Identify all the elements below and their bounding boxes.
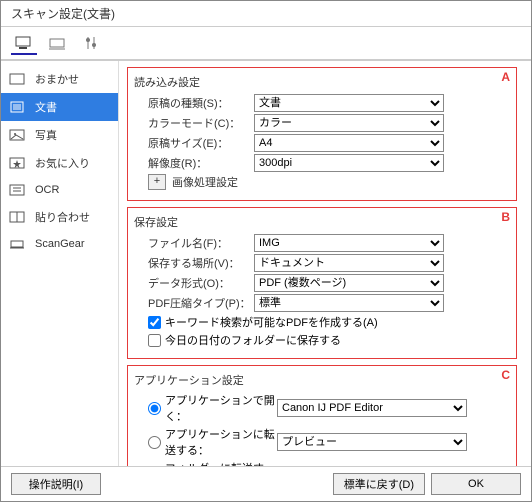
radio-send-to-app[interactable] bbox=[148, 436, 161, 449]
sidebar-item-label: お気に入り bbox=[35, 155, 90, 171]
select-resolution[interactable]: 300dpi bbox=[254, 154, 444, 172]
ocr-icon bbox=[9, 183, 27, 197]
group-letter-c: C bbox=[501, 368, 510, 382]
label-save-in: 保存する場所(V)： bbox=[134, 255, 254, 271]
sidebar-item-label: 貼り合わせ bbox=[35, 209, 90, 225]
label-resolution: 解像度(R)： bbox=[134, 155, 254, 171]
auto-icon bbox=[9, 72, 27, 86]
sidebar-item-label: ScanGear bbox=[35, 238, 85, 250]
label-file-name: ファイル名(F)： bbox=[134, 235, 254, 251]
toolbar-tab-device[interactable] bbox=[45, 33, 71, 55]
sidebar-item-label: OCR bbox=[35, 184, 59, 196]
sidebar-item-scangear[interactable]: ScanGear bbox=[1, 231, 118, 257]
label-date-folder: 今日の日付のフォルダーに保存する bbox=[165, 332, 341, 348]
sidebar-item-document[interactable]: 文書 bbox=[1, 93, 118, 121]
select-data-format[interactable]: PDF (複数ページ) bbox=[254, 274, 444, 292]
select-save-in[interactable]: ドキュメント bbox=[254, 254, 444, 272]
sidebar-item-label: おまかせ bbox=[35, 71, 79, 87]
button-defaults[interactable]: 標準に戻す(D) bbox=[333, 473, 425, 495]
label-paper-size: 原稿サイズ(E)： bbox=[134, 135, 254, 151]
button-instructions[interactable]: 操作説明(I) bbox=[11, 473, 101, 495]
group-scan-options: A 読み込み設定 原稿の種類(S)： 文書 カラーモード(C)： カラー 原稿サ… bbox=[127, 67, 517, 201]
select-pdf-compression[interactable]: 標準 bbox=[254, 294, 444, 312]
select-send-to-app[interactable]: プレビュー bbox=[277, 433, 467, 451]
label-pdf-compression: PDF圧縮タイプ(P)： bbox=[134, 295, 254, 311]
select-open-with-app[interactable]: Canon IJ PDF Editor bbox=[277, 399, 467, 417]
computer-icon bbox=[14, 35, 34, 51]
tools-icon bbox=[83, 35, 101, 51]
label-send-to-folder: フォルダーに転送する： bbox=[165, 460, 277, 466]
group-application-settings: C アプリケーション設定 アプリケーションで開く： Canon IJ PDF E… bbox=[127, 365, 517, 466]
label-open-with-app: アプリケーションで開く： bbox=[165, 392, 277, 424]
stitch-icon bbox=[9, 210, 27, 224]
checkbox-keyword-pdf[interactable] bbox=[148, 316, 161, 329]
select-file-name[interactable]: IMG bbox=[254, 234, 444, 252]
group-title-a: 読み込み設定 bbox=[134, 74, 510, 90]
label-image-processing: 画像処理設定 bbox=[172, 174, 238, 190]
label-source: 原稿の種類(S)： bbox=[134, 95, 254, 111]
radio-open-with-app[interactable] bbox=[148, 402, 161, 415]
label-data-format: データ形式(O)： bbox=[134, 275, 254, 291]
device-icon bbox=[48, 35, 68, 51]
scangear-icon bbox=[9, 237, 27, 251]
select-color-mode[interactable]: カラー bbox=[254, 114, 444, 132]
label-send-to-app: アプリケーションに転送する： bbox=[165, 426, 277, 458]
sidebar-item-auto[interactable]: おまかせ bbox=[1, 65, 118, 93]
select-paper-size[interactable]: A4 bbox=[254, 134, 444, 152]
label-color-mode: カラーモード(C)： bbox=[134, 115, 254, 131]
sidebar-item-label: 写真 bbox=[35, 127, 57, 143]
sidebar: おまかせ 文書 写真 お気に入り OCR 貼り合わせ bbox=[1, 61, 119, 466]
footer: 操作説明(I) 標準に戻す(D) OK bbox=[1, 466, 531, 501]
toolbar-tab-computer[interactable] bbox=[11, 33, 37, 55]
main-area: おまかせ 文書 写真 お気に入り OCR 貼り合わせ bbox=[1, 61, 531, 466]
group-save-settings: B 保存設定 ファイル名(F)： IMG 保存する場所(V)： ドキュメント デ… bbox=[127, 207, 517, 359]
button-ok[interactable]: OK bbox=[431, 473, 521, 495]
group-title-c: アプリケーション設定 bbox=[134, 372, 510, 388]
toolbar-tab-tools[interactable] bbox=[79, 33, 105, 55]
sidebar-item-label: 文書 bbox=[35, 99, 57, 115]
titlebar: スキャン設定(文書) bbox=[1, 1, 531, 27]
content-panel: A 読み込み設定 原稿の種類(S)： 文書 カラーモード(C)： カラー 原稿サ… bbox=[119, 61, 531, 466]
group-letter-b: B bbox=[501, 210, 510, 224]
checkbox-date-folder[interactable] bbox=[148, 334, 161, 347]
expand-image-proc-button[interactable]: + bbox=[148, 174, 166, 190]
window-title: スキャン設定(文書) bbox=[11, 7, 115, 21]
group-letter-a: A bbox=[501, 70, 510, 84]
photo-icon bbox=[9, 128, 27, 142]
label-keyword-pdf: キーワード検索が可能なPDFを作成する(A) bbox=[165, 314, 378, 330]
document-icon bbox=[9, 100, 27, 114]
sidebar-item-ocr[interactable]: OCR bbox=[1, 177, 118, 203]
sidebar-item-photo[interactable]: 写真 bbox=[1, 121, 118, 149]
sidebar-item-favorite[interactable]: お気に入り bbox=[1, 149, 118, 177]
group-title-b: 保存設定 bbox=[134, 214, 510, 230]
select-source[interactable]: 文書 bbox=[254, 94, 444, 112]
favorite-icon bbox=[9, 156, 27, 170]
sidebar-item-stitch[interactable]: 貼り合わせ bbox=[1, 203, 118, 231]
window: スキャン設定(文書) おまかせ 文書 写真 bbox=[0, 0, 532, 502]
top-toolbar bbox=[1, 27, 531, 61]
